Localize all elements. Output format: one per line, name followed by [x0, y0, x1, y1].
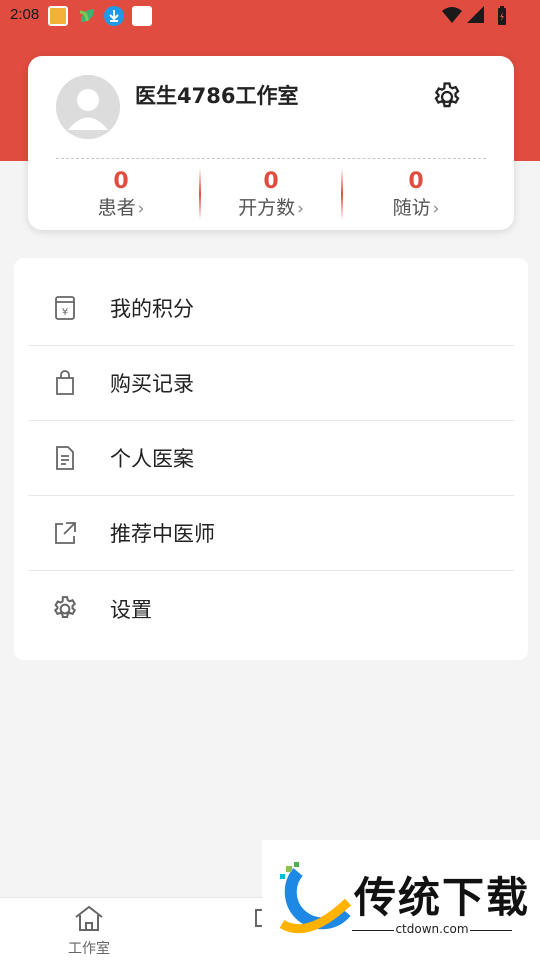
menu-item-medical-records[interactable]: 个人医案	[28, 421, 514, 496]
watermark-title: 传统下载	[354, 873, 531, 922]
stat-label: 开方数	[238, 197, 296, 219]
document-icon	[50, 443, 80, 473]
stat-label: 随访	[392, 197, 431, 219]
stat-value: 0	[263, 169, 279, 194]
profile-card: 医生4786工作室 0 患者 › 0 开方数 › 0 随访 ›	[28, 56, 514, 230]
divider	[341, 168, 343, 220]
stat-patients[interactable]: 0 患者 ›	[51, 169, 191, 221]
divider	[56, 158, 486, 159]
menu-item-points[interactable]: ¥ 我的积分	[28, 271, 514, 346]
battery-icon	[498, 6, 506, 25]
home-icon	[75, 905, 103, 931]
menu-card: ¥ 我的积分 购买记录 个人医案 推荐中医师 设置	[14, 258, 528, 660]
svg-text:¥: ¥	[62, 307, 68, 318]
share-icon	[50, 518, 80, 548]
card-notification-icon	[132, 6, 152, 26]
stat-label: 患者	[97, 197, 136, 219]
settings-button[interactable]	[428, 78, 466, 116]
stat-value: 0	[113, 169, 129, 194]
gear-icon	[50, 594, 80, 624]
status-indicators	[442, 6, 508, 26]
gear-icon	[434, 82, 460, 108]
nav-item-studio[interactable]: 工作室	[39, 904, 139, 958]
menu-item-label: 个人医案	[110, 447, 194, 471]
menu-item-recommend[interactable]: 推荐中医师	[28, 496, 514, 571]
stat-prescriptions[interactable]: 0 开方数 ›	[201, 169, 341, 221]
nav-item-label: 工作室	[68, 941, 110, 957]
chevron-right-icon: ›	[432, 199, 440, 219]
points-icon: ¥	[50, 293, 80, 323]
studio-name: 医生4786工作室	[135, 84, 299, 108]
menu-item-purchases[interactable]: 购买记录	[28, 346, 514, 421]
menu-item-label: 购买记录	[110, 372, 194, 396]
menu-item-settings[interactable]: 设置	[28, 571, 514, 646]
menu-item-label: 推荐中医师	[110, 522, 215, 546]
status-time: 2:08	[10, 6, 40, 23]
watermark-logo-icon	[279, 862, 352, 934]
download-notification-icon	[104, 6, 124, 26]
app-notification-icon	[48, 6, 68, 26]
wifi-icon	[442, 7, 463, 23]
chevron-right-icon: ›	[297, 199, 304, 219]
stat-followups[interactable]: 0 随访 ›	[346, 169, 486, 221]
chevron-right-icon: ›	[137, 199, 145, 219]
watermark-url: ctdown.com	[352, 922, 512, 936]
menu-item-label: 设置	[110, 597, 152, 622]
watermark: 传统下载 ctdown.com	[262, 840, 540, 960]
stat-value: 0	[408, 169, 424, 194]
status-bar: 2:08	[0, 0, 540, 32]
avatar[interactable]	[56, 75, 120, 139]
shopping-bag-icon	[50, 368, 80, 398]
leaf-notification-icon	[77, 6, 97, 26]
user-placeholder-icon	[56, 75, 120, 139]
signal-icon	[467, 6, 485, 23]
menu-item-label: 我的积分	[110, 297, 194, 321]
